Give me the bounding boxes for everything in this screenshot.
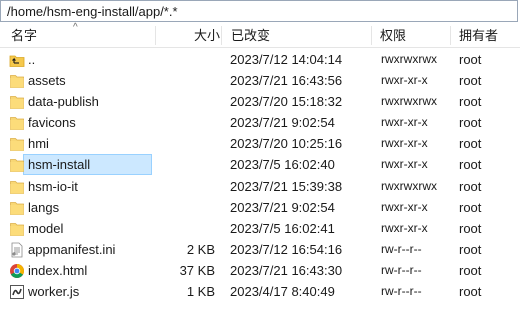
file-owner: root <box>459 52 482 67</box>
folder-icon <box>9 157 25 173</box>
file-name: hsm-install <box>28 157 91 173</box>
file-owner: root <box>459 178 482 194</box>
file-owner: root <box>459 262 482 278</box>
file-name: worker.js <box>28 284 80 300</box>
file-permissions: rwxrwxrwx <box>381 94 437 109</box>
file-row[interactable]: data-publish 2023/7/20 15:18:32 rwxrwxrwx r… <box>0 91 520 112</box>
file-name: .. <box>28 52 36 67</box>
file-modified: 2023/7/20 10:25:16 <box>230 136 343 152</box>
file-list: .. 2023/7/12 14:04:14 rwxrwxrwx root assets 2… <box>0 49 520 302</box>
folder-icon <box>9 200 25 216</box>
file-name: data-publish <box>28 94 99 110</box>
file-name: appmanifest.ini <box>28 241 116 257</box>
file-owner: root <box>459 284 482 300</box>
file-row[interactable]: model 2023/7/5 16:02:41 rwxr-xr-x root <box>0 218 520 239</box>
file-size: 1 KB <box>186 284 215 300</box>
file-row[interactable]: .. 2023/7/12 14:04:14 rwxrwxrwx root <box>0 49 520 70</box>
folder-icon <box>9 94 25 110</box>
file-permissions: rw-r--r-- <box>381 284 422 299</box>
file-row[interactable]: hsm-io-it 2023/7/21 15:39:38 rwxrwxrwx root <box>0 176 520 197</box>
file-modified: 2023/7/21 16:43:56 <box>230 73 343 89</box>
file-owner: root <box>459 94 482 110</box>
parent-folder-icon <box>9 52 25 68</box>
file-owner: root <box>459 199 482 215</box>
file-modified: 2023/7/5 16:02:40 <box>230 157 335 173</box>
file-name: hmi <box>28 136 49 152</box>
file-row[interactable]: hsm-install 2023/7/5 16:02:40 rwxr-xr-x roo… <box>0 154 520 176</box>
file-permissions: rw-r--r-- <box>381 241 422 256</box>
path-bar[interactable]: /home/hsm-eng-install/app/*.* <box>0 0 518 22</box>
column-owner[interactable]: 拥有者 <box>459 24 498 47</box>
folder-icon <box>9 136 25 152</box>
file-modified: 2023/7/20 15:18:32 <box>230 94 343 110</box>
file-modified: 2023/4/17 8:40:49 <box>230 284 335 300</box>
file-row[interactable]: worker.js 1 KB 2023/4/17 8:40:49 rw-r--r-- r… <box>0 281 520 302</box>
column-modified[interactable]: 已改变 <box>231 24 270 47</box>
file-owner: root <box>459 73 482 89</box>
file-permissions: rwxrwxrwx <box>381 178 437 193</box>
path-text: /home/hsm-eng-install/app/*.* <box>7 4 178 19</box>
ini-file-icon <box>9 242 25 258</box>
file-row[interactable]: index.html 37 KB 2023/7/21 16:43:30 rw-r--r… <box>0 260 520 281</box>
folder-icon <box>9 115 25 131</box>
file-permissions: rwxr-xr-x <box>381 136 428 151</box>
file-modified: 2023/7/21 9:02:54 <box>230 199 335 215</box>
column-permissions[interactable]: 权限 <box>380 24 406 47</box>
file-permissions: rwxr-xr-x <box>381 220 428 235</box>
file-permissions: rwxr-xr-x <box>381 73 428 88</box>
file-owner: root <box>459 241 482 257</box>
file-modified: 2023/7/12 14:04:14 <box>230 52 343 67</box>
file-name: model <box>28 220 64 236</box>
file-modified: 2023/7/21 15:39:38 <box>230 178 343 194</box>
file-row[interactable]: assets 2023/7/21 16:43:56 rwxr-xr-x root <box>0 70 520 91</box>
file-name: langs <box>28 199 60 215</box>
file-modified: 2023/7/21 9:02:54 <box>230 115 335 131</box>
file-size: 2 KB <box>186 241 215 257</box>
file-row[interactable]: favicons 2023/7/21 9:02:54 rwxr-xr-x root <box>0 112 520 133</box>
file-size: 37 KB <box>179 262 215 278</box>
chrome-html-icon <box>9 263 25 279</box>
column-size[interactable]: 大小 <box>194 24 220 47</box>
file-permissions: rwxr-xr-x <box>381 157 428 172</box>
file-row[interactable]: langs 2023/7/21 9:02:54 rwxr-xr-x root <box>0 197 520 218</box>
file-name: hsm-io-it <box>28 178 78 194</box>
file-owner: root <box>459 115 482 131</box>
file-name: index.html <box>28 262 88 278</box>
js-file-icon <box>9 284 25 300</box>
file-modified: 2023/7/21 16:43:30 <box>230 262 343 278</box>
file-permissions: rwxrwxrwx <box>381 52 437 66</box>
column-header: 名字 ^ 大小 已改变 权限 拥有者 <box>0 22 520 48</box>
sort-ascending-icon: ^ <box>73 22 78 33</box>
file-row[interactable]: appmanifest.ini 2 KB 2023/7/12 16:54:16 rw-… <box>0 239 520 260</box>
file-row[interactable]: hmi 2023/7/20 10:25:16 rwxr-xr-x root <box>0 133 520 154</box>
file-owner: root <box>459 136 482 152</box>
file-permissions: rw-r--r-- <box>381 262 422 277</box>
file-permissions: rwxr-xr-x <box>381 115 428 130</box>
file-owner: root <box>459 220 482 236</box>
folder-icon <box>9 179 25 195</box>
file-owner: root <box>459 157 482 173</box>
folder-icon <box>9 73 25 89</box>
file-modified: 2023/7/5 16:02:41 <box>230 220 335 236</box>
file-permissions: rwxr-xr-x <box>381 199 428 214</box>
column-name[interactable]: 名字 <box>11 24 37 47</box>
folder-icon <box>9 221 25 237</box>
file-modified: 2023/7/12 16:54:16 <box>230 241 343 257</box>
file-name: favicons <box>28 115 76 131</box>
file-name: assets <box>28 73 66 89</box>
